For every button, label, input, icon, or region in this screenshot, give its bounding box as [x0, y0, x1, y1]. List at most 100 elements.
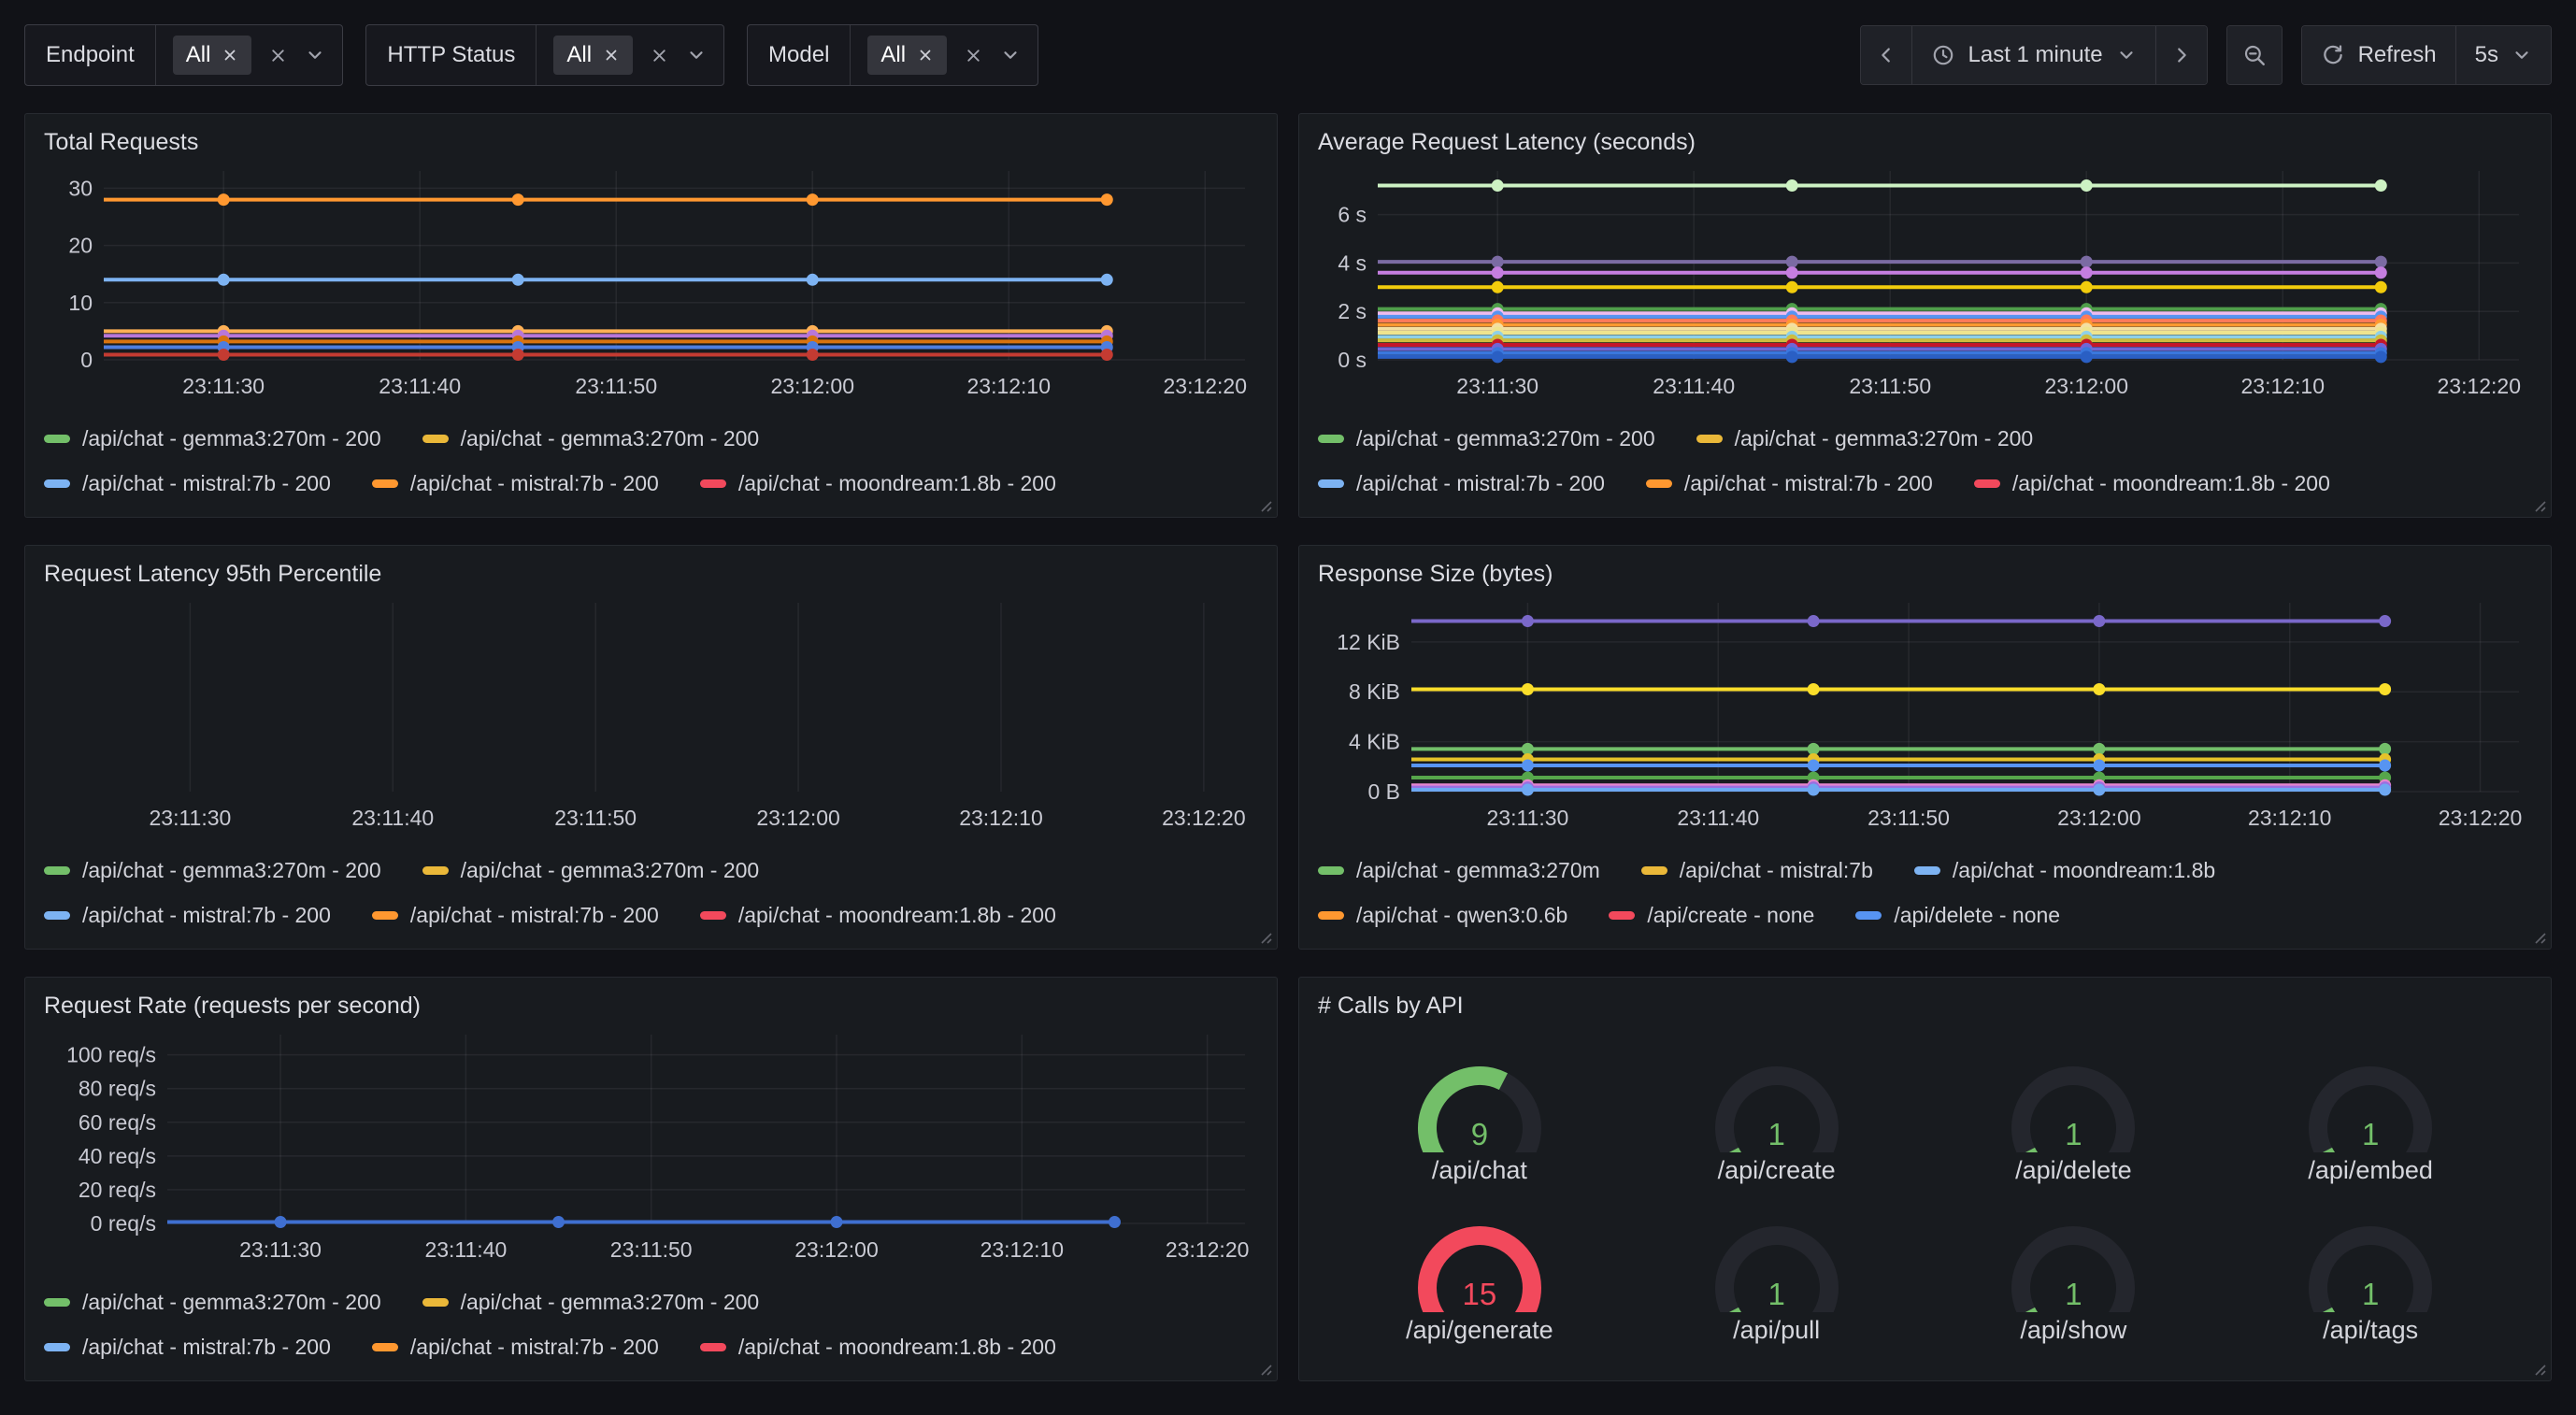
legend-item[interactable]: /api/chat - gemma3:270m - 200 — [1318, 426, 1655, 451]
refresh-interval-picker[interactable]: 5s — [2455, 26, 2551, 84]
legend-item[interactable]: /api/chat - mistral:7b - 200 — [372, 471, 659, 496]
legend-item[interactable]: /api/chat - gemma3:270m - 200 — [422, 1290, 760, 1315]
legend-item[interactable]: /api/chat - mistral:7b - 200 — [1318, 471, 1605, 496]
filter-endpoint[interactable]: Endpoint All — [24, 24, 343, 86]
x-axis-label: 23:11:40 — [1677, 806, 1759, 830]
legend-item[interactable]: /api/chat - gemma3:270m - 200 — [44, 858, 381, 883]
legend-item[interactable]: /api/chat - gemma3:270m - 200 — [422, 426, 760, 451]
clear-icon[interactable] — [964, 46, 983, 65]
time-shift-forward-button[interactable] — [2155, 26, 2207, 84]
panel-title[interactable]: Total Requests — [44, 127, 1258, 158]
data-point — [2093, 783, 2105, 795]
chevron-down-icon[interactable] — [1000, 45, 1021, 65]
legend-swatch — [1696, 435, 1723, 443]
chart-legend: /api/chat - gemma3:270m - 200/api/chat -… — [44, 407, 1258, 496]
filter-model-value[interactable]: All — [851, 25, 1038, 85]
time-shift-back-button[interactable] — [1861, 26, 1911, 84]
legend-row: /api/chat - qwen3:0.6b/api/create - none… — [1318, 903, 2532, 928]
legend-item[interactable]: /api/chat - mistral:7b - 200 — [44, 471, 331, 496]
legend-item-label: /api/chat - mistral:7b - 200 — [410, 1335, 659, 1360]
data-point — [2081, 266, 2093, 279]
close-icon[interactable] — [917, 47, 934, 64]
clear-icon[interactable] — [650, 46, 669, 65]
x-axis-label: 23:11:50 — [1849, 374, 1931, 398]
legend-item[interactable]: /api/chat - mistral:7b - 200 — [1646, 471, 1933, 496]
time-range-picker[interactable]: Last 1 minute — [1911, 26, 2155, 84]
legend-item[interactable]: /api/chat - qwen3:0.6b — [1318, 903, 1567, 928]
time-series-chart[interactable]: 23:11:3023:11:4023:11:5023:12:0023:12:10… — [1318, 593, 2532, 838]
data-point — [1492, 255, 1504, 267]
legend-item[interactable]: /api/chat - gemma3:270m - 200 — [44, 426, 381, 451]
legend-item[interactable]: /api/chat - mistral:7b - 200 — [372, 903, 659, 928]
legend-item-label: /api/chat - mistral:7b - 200 — [1356, 471, 1605, 496]
panel-resize-handle[interactable] — [2530, 1360, 2547, 1377]
panel-resize-handle[interactable] — [1256, 928, 1273, 945]
legend-item[interactable]: /api/chat - moondream:1.8b — [1914, 858, 2215, 883]
chevron-down-icon[interactable] — [305, 45, 325, 65]
legend-item[interactable]: /api/chat - mistral:7b - 200 — [44, 1335, 331, 1360]
legend-swatch — [44, 866, 70, 875]
filter-endpoint-chip[interactable]: All — [173, 36, 252, 75]
legend-item[interactable]: /api/chat - gemma3:270m - 200 — [422, 858, 760, 883]
legend-swatch — [1641, 866, 1667, 875]
x-axis-label: 23:12:20 — [1166, 1237, 1250, 1262]
legend-item[interactable]: /api/chat - gemma3:270m — [1318, 858, 1600, 883]
filter-model[interactable]: Model All — [747, 24, 1038, 86]
legend-item-label: /api/chat - gemma3:270m — [1356, 858, 1600, 883]
gauge-label: /api/chat — [1432, 1156, 1527, 1185]
legend-item[interactable]: /api/chat - moondream:1.8b - 200 — [700, 471, 1056, 496]
chevron-down-icon[interactable] — [686, 45, 707, 65]
legend-item[interactable]: /api/chat - gemma3:270m - 200 — [44, 1290, 381, 1315]
legend-row: /api/chat - mistral:7b - 200/api/chat - … — [44, 1335, 1258, 1360]
data-point — [2093, 615, 2105, 627]
legend-row: /api/chat - gemma3:270m - 200/api/chat -… — [1318, 426, 2532, 451]
legend-item[interactable]: /api/chat - moondream:1.8b - 200 — [700, 903, 1056, 928]
time-series-chart[interactable]: 23:11:3023:11:4023:11:5023:12:0023:12:10… — [44, 162, 1258, 407]
panel-title[interactable]: Request Latency 95th Percentile — [44, 559, 1258, 590]
gauge: 9/api/chat — [1400, 1048, 1559, 1185]
panel-title[interactable]: Average Request Latency (seconds) — [1318, 127, 2532, 158]
x-axis-label: 23:11:50 — [554, 806, 637, 830]
legend-swatch — [44, 479, 70, 488]
time-series-chart[interactable]: 23:11:3023:11:4023:11:5023:12:0023:12:10… — [44, 1025, 1258, 1270]
legend-item[interactable]: /api/delete - none — [1855, 903, 2060, 928]
legend-item[interactable]: /api/chat - mistral:7b — [1641, 858, 1873, 883]
data-point — [1492, 179, 1504, 192]
legend-item-label: /api/chat - gemma3:270m - 200 — [461, 1290, 760, 1315]
chevron-right-icon — [2171, 45, 2192, 65]
close-icon[interactable] — [222, 47, 238, 64]
zoom-out-button[interactable] — [2227, 26, 2282, 84]
legend-item[interactable]: /api/chat - gemma3:270m - 200 — [1696, 426, 2034, 451]
clear-icon[interactable] — [268, 46, 288, 65]
time-series-chart[interactable]: 23:11:3023:11:4023:11:5023:12:0023:12:10… — [1318, 162, 2532, 407]
legend-item[interactable]: /api/chat - moondream:1.8b - 200 — [700, 1335, 1056, 1360]
zoom-out-group — [2226, 25, 2283, 85]
filter-http-status-value[interactable]: All — [537, 25, 723, 85]
panel-resize-handle[interactable] — [1256, 1360, 1273, 1377]
data-point — [1492, 350, 1504, 363]
panel-resize-handle[interactable] — [1256, 496, 1273, 513]
close-icon[interactable] — [603, 47, 620, 64]
legend-item[interactable]: /api/create - none — [1609, 903, 1814, 928]
legend-item[interactable]: /api/chat - mistral:7b - 200 — [372, 1335, 659, 1360]
legend-item-label: /api/chat - gemma3:270m - 200 — [461, 426, 760, 451]
panel-title[interactable]: Request Rate (requests per second) — [44, 991, 1258, 1022]
gauge-label: /api/embed — [2308, 1156, 2433, 1185]
filter-model-chip[interactable]: All — [867, 36, 947, 75]
data-point — [2375, 255, 2387, 267]
legend-item-label: /api/chat - qwen3:0.6b — [1356, 903, 1567, 928]
filter-http-status-chip[interactable]: All — [553, 36, 633, 75]
panel-request-rate: Request Rate (requests per second) 23:11… — [24, 977, 1278, 1381]
gauge-arc: 1 — [1994, 1208, 2153, 1312]
filter-http-status[interactable]: HTTP Status All — [365, 24, 724, 86]
panel-resize-handle[interactable] — [2530, 496, 2547, 513]
refresh-button[interactable]: Refresh — [2302, 26, 2455, 84]
panel-resize-handle[interactable] — [2530, 928, 2547, 945]
legend-item[interactable]: /api/chat - mistral:7b - 200 — [44, 903, 331, 928]
panel-title[interactable]: Response Size (bytes) — [1318, 559, 2532, 590]
time-series-chart[interactable]: 23:11:3023:11:4023:11:5023:12:0023:12:10… — [44, 593, 1258, 838]
panel-title[interactable]: # Calls by API — [1318, 991, 2532, 1022]
legend-item-label: /api/delete - none — [1894, 903, 2060, 928]
filter-endpoint-value[interactable]: All — [156, 25, 343, 85]
legend-item[interactable]: /api/chat - moondream:1.8b - 200 — [1974, 471, 2330, 496]
